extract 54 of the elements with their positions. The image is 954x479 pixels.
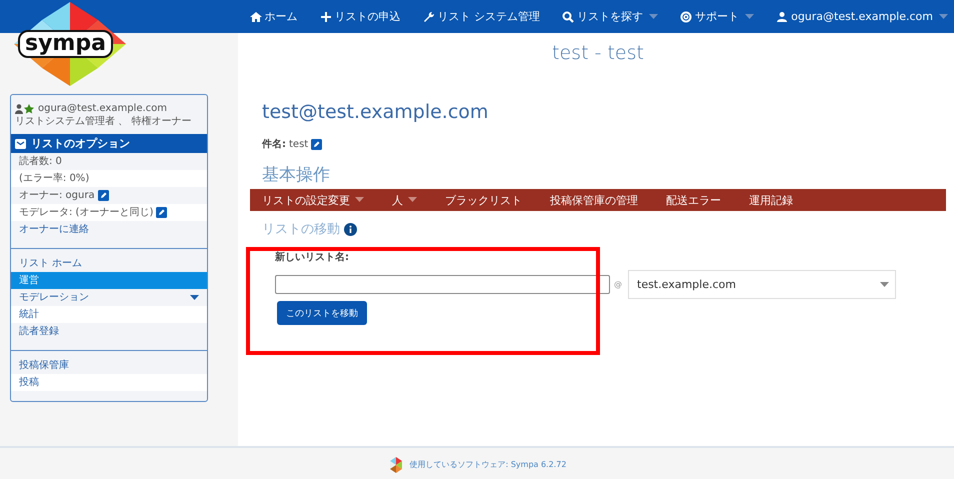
- at-sign: @: [614, 280, 622, 289]
- domain-select[interactable]: test.example.com: [628, 270, 896, 299]
- user-email: ogura@test.example.com: [38, 103, 168, 114]
- list-name-field[interactable]: [275, 275, 610, 294]
- info-text: 読者数: 0: [19, 154, 62, 169]
- menu-item[interactable]: 読者登録: [11, 323, 207, 340]
- user-roles: リストシステム管理者 、 特権オーナー: [15, 114, 192, 128]
- info-text: (エラー率: 0%): [19, 172, 90, 186]
- tab[interactable]: 投稿保管庫の管理: [550, 192, 638, 208]
- field-label: 新しいリスト名:: [275, 250, 350, 264]
- tab[interactable]: リストの設定変更: [262, 192, 364, 208]
- footer-text[interactable]: 使用しているソフトウェア: Sympa 6.2.72: [410, 459, 566, 470]
- user-star-icon: [15, 104, 35, 114]
- subject-label: 件名:: [262, 138, 286, 151]
- search-icon: [562, 10, 574, 22]
- nav-link[interactable]: ホーム: [250, 9, 298, 24]
- move-button[interactable]: このリストを移動: [277, 301, 367, 325]
- list-address: test@test.example.com: [262, 101, 490, 123]
- nav-link[interactable]: リスト システム管理: [422, 9, 540, 24]
- nav-link[interactable]: ogura@test.example.com: [776, 10, 948, 23]
- edit-icon[interactable]: [98, 190, 109, 201]
- envelope-icon: [15, 138, 26, 148]
- options-header: リストのオプション: [11, 134, 207, 153]
- subject-value: test: [289, 138, 308, 150]
- logo-icon: [388, 456, 404, 472]
- tab[interactable]: 人: [392, 192, 417, 208]
- section-title: 基本操作: [262, 164, 331, 186]
- user-icon: [776, 10, 788, 22]
- lifebuoy-icon: [680, 10, 692, 22]
- menu-item[interactable]: リスト ホーム: [11, 255, 207, 272]
- nav-link[interactable]: リストを探す: [562, 9, 658, 24]
- move-title: リストの移動: [262, 221, 340, 238]
- info-icon[interactable]: [344, 222, 357, 236]
- edit-icon[interactable]: [311, 138, 322, 150]
- tab[interactable]: 配送エラー: [666, 192, 721, 208]
- nav-link[interactable]: サポート: [680, 9, 754, 24]
- nav-link[interactable]: リストの申込: [320, 9, 401, 24]
- menu-item[interactable]: 運営: [11, 272, 207, 289]
- menu-item[interactable]: 投稿保管庫: [11, 357, 207, 374]
- page-title: test - test: [551, 42, 645, 64]
- wrench-icon: [422, 10, 435, 22]
- logo-text[interactable]: sympa: [18, 30, 113, 58]
- home-icon: [250, 10, 262, 22]
- tab[interactable]: ブラックリスト: [445, 192, 522, 208]
- plus-icon: [320, 10, 332, 22]
- tab[interactable]: 運用記録: [749, 192, 793, 208]
- info-text: モデレータ: (オーナーと同じ): [19, 206, 154, 220]
- info-text: オーナー: ogura: [19, 189, 95, 203]
- menu-item[interactable]: モデレーション: [11, 289, 207, 306]
- menu-item[interactable]: 投稿: [11, 374, 207, 391]
- caret-icon: [880, 282, 889, 288]
- edit-icon[interactable]: [156, 207, 168, 218]
- contact-link[interactable]: オーナーに連絡: [19, 222, 89, 237]
- menu-item[interactable]: 統計: [11, 306, 207, 323]
